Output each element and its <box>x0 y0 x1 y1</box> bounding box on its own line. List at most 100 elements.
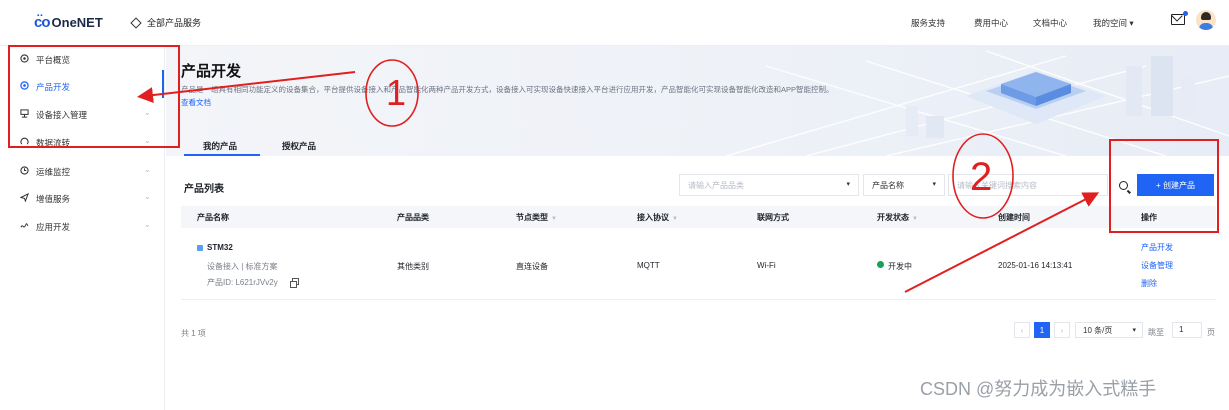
sidebar-item-overview[interactable]: 平台概览 <box>0 46 165 72</box>
view-docs-link[interactable]: 查看文档 <box>181 97 211 108</box>
column-label: 节点类型 <box>516 213 548 222</box>
sidebar-item-label: 数据流转 <box>36 138 71 148</box>
search-placeholder: 请输入关键词搜索内容 <box>957 180 1037 190</box>
product-category: 其他类别 <box>397 262 429 271</box>
page-size-label: 10 条/页 <box>1083 325 1113 335</box>
nav-service-support[interactable]: 服务支持 <box>911 17 945 29</box>
node-type: 直连设备 <box>516 262 548 271</box>
goto-label: 跳至 <box>1148 328 1164 337</box>
protocol: MQTT <box>637 261 660 270</box>
nav-billing-center[interactable]: 费用中心 <box>974 17 1008 29</box>
page-description: 产品是一组具有相同功能定义的设备集合，平台提供设备接入和产品智能化两种产品开发方… <box>181 85 834 94</box>
sidebar-item-product-dev[interactable]: 产品开发 <box>0 73 165 99</box>
chevron-down-icon: ⌄ <box>144 220 151 229</box>
search-icon <box>1118 180 1128 190</box>
product-type-icon <box>197 245 203 251</box>
gear-icon <box>20 81 29 90</box>
chevron-down-icon: ▾ <box>1129 18 1134 28</box>
data-flow-icon <box>20 137 29 145</box>
search-input[interactable]: 请输入关键词搜索内容 <box>948 174 1108 196</box>
filter-icon: ▼ <box>672 216 678 222</box>
column-header-protocol[interactable]: 接入协议 ▼ <box>637 212 678 223</box>
page-suffix: 页 <box>1207 328 1215 337</box>
copy-icon[interactable] <box>290 278 299 288</box>
filter-icon: ▼ <box>551 216 557 222</box>
product-id: 产品ID: L621rJVv2y <box>207 278 278 287</box>
tab-active-underline <box>184 154 260 156</box>
nav-doc-center[interactable]: 文档中心 <box>1033 17 1067 29</box>
column-label: 接入协议 <box>637 213 669 222</box>
sidebar: 平台概览 产品开发 设备接入管理 ⌄ 数据流转 ⌄ 运维监控 ⌄ 增值服务 ⌄ … <box>0 46 165 410</box>
page-size-select[interactable]: 10 条/页 ▾ <box>1075 322 1143 338</box>
all-products-menu[interactable]: 全部产品服务 <box>130 16 202 29</box>
network: Wi-Fi <box>757 261 776 270</box>
mail-icon[interactable] <box>1171 14 1185 25</box>
top-navbar: c̈o OneNET 全部产品服务 服务支持 费用中心 文档中心 我的空间 ▾ <box>0 0 1229 46</box>
status-badge: 开发中 <box>888 262 912 271</box>
action-product-dev[interactable]: 产品开发 <box>1141 242 1173 253</box>
logo-text: OneNET <box>51 15 103 30</box>
diamond-icon <box>130 16 142 29</box>
sidebar-item-device-access[interactable]: 设备接入管理 ⌄ <box>0 101 165 127</box>
action-device-manage[interactable]: 设备管理 <box>1141 260 1173 271</box>
chevron-down-icon: ⌄ <box>144 165 151 174</box>
my-space-label: 我的空间 <box>1093 18 1128 28</box>
onenet-logo-icon: c̈o <box>34 14 50 31</box>
hero-illustration <box>725 50 1229 156</box>
sidebar-item-data-flow[interactable]: 数据流转 ⌄ <box>0 129 165 155</box>
status-indicator <box>877 261 884 268</box>
column-header: 产品品类 <box>397 213 429 222</box>
category-select[interactable]: 请输入产品品类 ▾ <box>679 174 859 196</box>
watermark: CSDN @努力成为嵌入式糕手 <box>920 379 1157 399</box>
create-product-button[interactable]: + 创建产品 <box>1137 174 1214 196</box>
all-products-label: 全部产品服务 <box>147 18 202 28</box>
send-icon <box>20 193 29 202</box>
sidebar-item-label: 增值服务 <box>36 194 71 204</box>
prev-page-button[interactable]: ‹ <box>1014 322 1030 338</box>
onenet-logo[interactable]: c̈o OneNET <box>34 14 103 31</box>
nav-my-space[interactable]: 我的空间 ▾ <box>1093 17 1134 29</box>
search-field-select[interactable]: 产品名称 ▾ <box>863 174 945 196</box>
column-header-status[interactable]: 开发状态 ▼ <box>877 212 918 223</box>
chevron-down-icon: ▾ <box>846 181 850 188</box>
action-delete[interactable]: 删除 <box>1141 278 1157 289</box>
category-placeholder: 请输入产品品类 <box>688 180 744 190</box>
sidebar-item-label: 应用开发 <box>36 222 71 232</box>
sidebar-item-label: 产品开发 <box>36 82 71 92</box>
page-1-button[interactable]: 1 <box>1034 322 1050 338</box>
notification-dot <box>1183 11 1188 16</box>
search-button[interactable] <box>1112 174 1134 196</box>
hero-banner <box>166 46 1229 156</box>
product-list-title: 产品列表 <box>184 184 224 195</box>
chevron-down-icon: ▾ <box>1132 327 1136 334</box>
onenet-console: { "topbar": { "logo_text": "OneNET", "al… <box>0 0 1229 410</box>
chevron-down-icon: ▾ <box>932 181 936 188</box>
column-label: 开发状态 <box>877 213 909 222</box>
chevron-down-icon: ⌄ <box>144 108 151 117</box>
avatar[interactable] <box>1196 10 1216 30</box>
table-header <box>181 206 1216 228</box>
tab-authorized-products[interactable]: 授权产品 <box>282 140 316 152</box>
page-title: 产品开发 <box>181 63 242 80</box>
tab-my-products[interactable]: 我的产品 <box>203 140 237 152</box>
column-header: 创建时间 <box>998 213 1030 222</box>
sidebar-item-label: 设备接入管理 <box>36 110 88 120</box>
filter-icon: ▼ <box>912 216 918 222</box>
active-indicator <box>162 70 164 98</box>
device-icon <box>20 109 29 118</box>
next-page-button[interactable]: › <box>1054 322 1070 338</box>
sidebar-item-value-added[interactable]: 增值服务 ⌄ <box>0 185 165 211</box>
column-header: 操作 <box>1141 213 1157 222</box>
goto-page-input[interactable]: 1 <box>1172 322 1202 338</box>
monitor-icon <box>20 166 29 175</box>
column-header: 联网方式 <box>757 213 789 222</box>
product-name[interactable]: STM32 <box>207 243 233 252</box>
created-time: 2025-01-16 14:13:41 <box>998 261 1073 270</box>
column-header-node-type[interactable]: 节点类型 ▼ <box>516 212 557 223</box>
sidebar-item-ops-monitor[interactable]: 运维监控 ⌄ <box>0 158 165 184</box>
search-field-label: 产品名称 <box>872 180 904 190</box>
overview-icon <box>20 54 29 63</box>
chevron-down-icon: ⌄ <box>144 192 151 201</box>
sidebar-item-app-dev[interactable]: 应用开发 ⌄ <box>0 213 165 239</box>
sidebar-item-label: 运维监控 <box>36 167 71 177</box>
